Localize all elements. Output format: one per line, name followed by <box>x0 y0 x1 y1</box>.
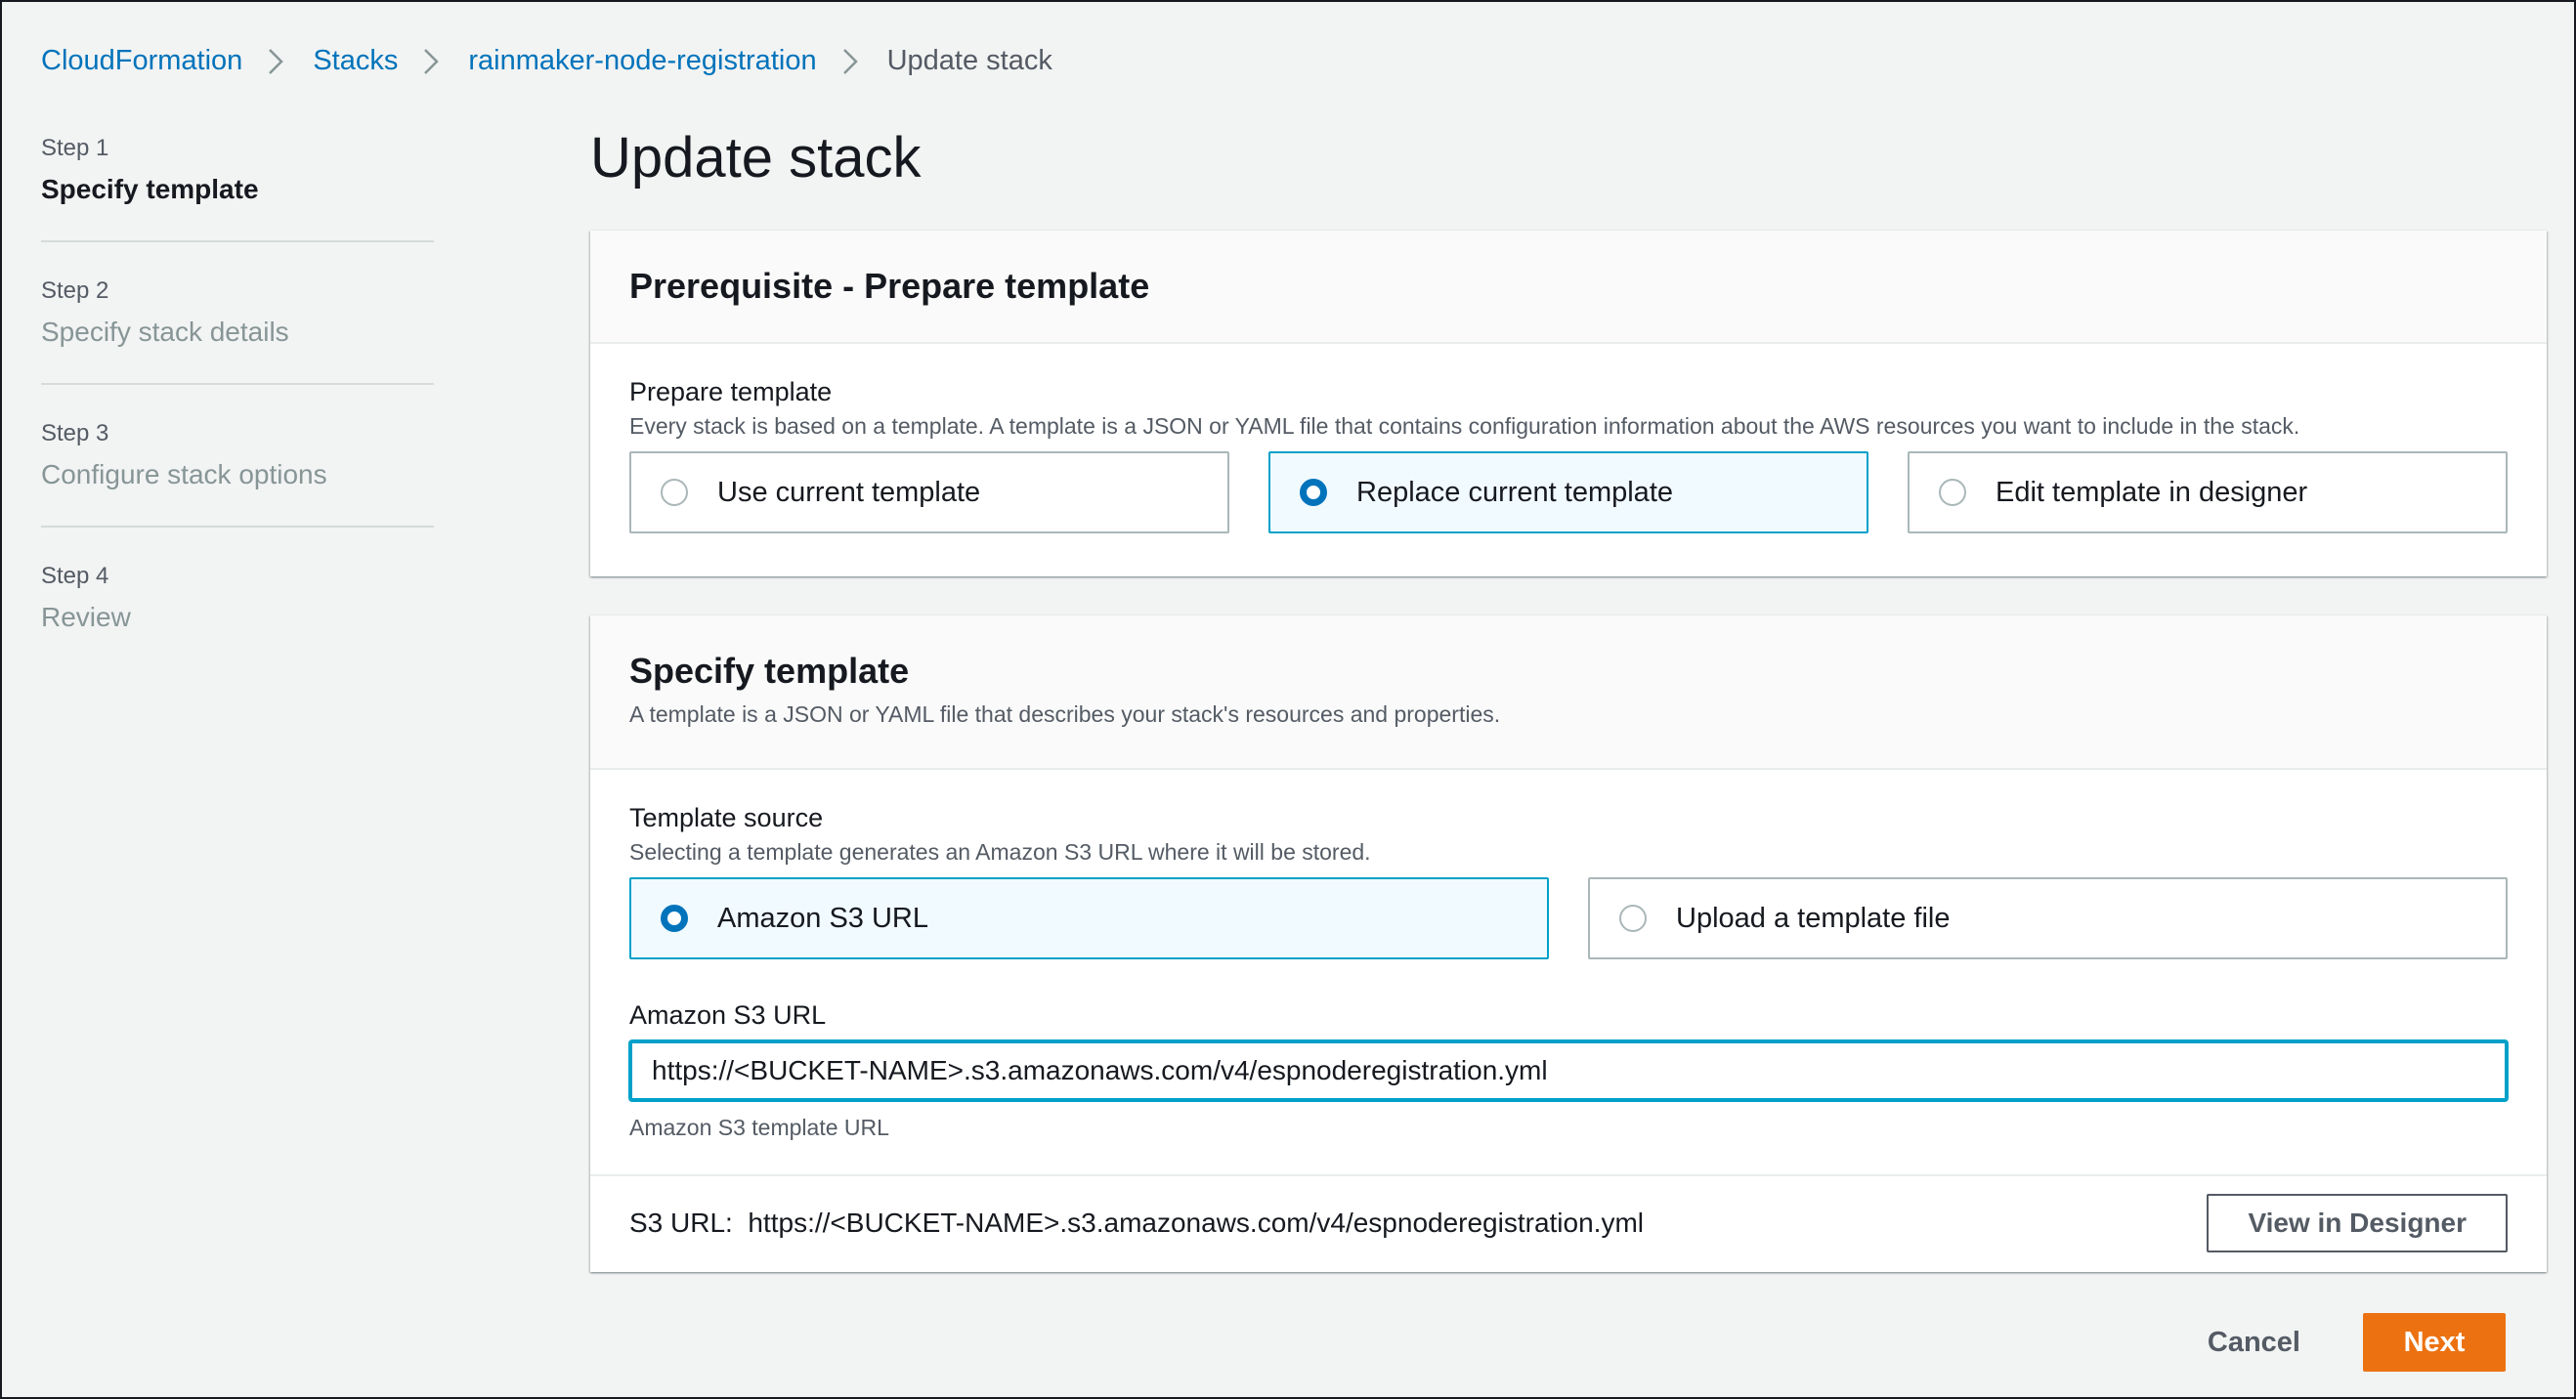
s3-url-footer: S3 URL: https://<BUCKET-NAME>.s3.amazona… <box>590 1174 2547 1270</box>
step-title: Configure stack options <box>41 459 327 489</box>
step-number: Step 3 <box>41 420 109 446</box>
option-label: Upload a template file <box>1676 902 1951 934</box>
panel-title: Prerequisite - Prepare template <box>629 266 1150 306</box>
option-label: Amazon S3 URL <box>717 902 928 934</box>
s3-url-constraint: Amazon S3 template URL <box>629 1115 889 1140</box>
source-amazon-s3-url[interactable]: Amazon S3 URL <box>629 877 1549 959</box>
template-source-description: Selecting a template generates an Amazon… <box>629 839 1371 865</box>
breadcrumb-stacks[interactable]: Stacks <box>313 45 398 77</box>
step-4: Step 4 Review <box>41 563 434 668</box>
step-title: Specify template <box>41 174 259 204</box>
source-upload-template-file[interactable]: Upload a template file <box>1588 877 2508 959</box>
step-3: Step 3 Configure stack options <box>41 420 434 528</box>
chevron-right-icon <box>817 43 887 78</box>
breadcrumb: CloudFormation Stacks rainmaker-node-reg… <box>41 43 1052 78</box>
option-replace-current-template[interactable]: Replace current template <box>1268 451 1868 533</box>
s3-url-display: S3 URL: https://<BUCKET-NAME>.s3.amazona… <box>629 1208 1644 1239</box>
breadcrumb-cloudformation[interactable]: CloudFormation <box>41 45 242 77</box>
cancel-button[interactable]: Cancel <box>2184 1313 2324 1372</box>
wizard-steps: Step 1 Specify template Step 2 Specify s… <box>41 135 434 703</box>
panel-title: Specify template <box>629 651 910 691</box>
field-description: Every stack is based on a template. A te… <box>629 413 2300 439</box>
prerequisite-panel: Prerequisite - Prepare template Prepare … <box>590 231 2547 576</box>
radio-button-selected[interactable] <box>1300 479 1327 506</box>
field-label: Prepare template <box>629 377 833 406</box>
specify-template-panel: Specify template A template is a JSON or… <box>590 615 2547 1272</box>
s3-url-display-label: S3 URL: <box>629 1208 733 1238</box>
view-in-designer-button[interactable]: View in Designer <box>2207 1194 2508 1252</box>
next-button[interactable]: Next <box>2363 1313 2506 1372</box>
option-label: Edit template in designer <box>1996 476 2308 508</box>
option-use-current-template[interactable]: Use current template <box>629 451 1229 533</box>
wizard-actions: Cancel Next <box>2184 1313 2506 1372</box>
page-title: Update stack <box>590 126 922 190</box>
option-label: Use current template <box>717 476 981 508</box>
step-number: Step 1 <box>41 135 109 161</box>
radio-button-selected[interactable] <box>661 905 688 932</box>
chevron-right-icon <box>242 43 313 78</box>
radio-button[interactable] <box>661 479 688 506</box>
panel-header: Prerequisite - Prepare template <box>590 231 2547 344</box>
template-source-label: Template source <box>629 803 824 832</box>
s3-url-input[interactable] <box>629 1040 2508 1101</box>
step-1: Step 1 Specify template <box>41 135 434 242</box>
option-label: Replace current template <box>1356 476 1673 508</box>
breadcrumb-current: Update stack <box>886 44 1052 76</box>
step-number: Step 4 <box>41 563 109 589</box>
template-source-options: Amazon S3 URL Upload a template file <box>629 877 2508 959</box>
chevron-right-icon <box>398 43 468 78</box>
option-edit-template-in-designer[interactable]: Edit template in designer <box>1908 451 2508 533</box>
panel-header: Specify template A template is a JSON or… <box>590 615 2547 770</box>
prepare-template-options: Use current template Replace current tem… <box>629 451 2508 533</box>
step-title: Review <box>41 602 131 632</box>
panel-body: Prepare template Every stack is based on… <box>590 344 2547 533</box>
s3-url-label: Amazon S3 URL <box>629 1000 827 1030</box>
radio-button[interactable] <box>1619 905 1647 932</box>
breadcrumb-stack-name[interactable]: rainmaker-node-registration <box>468 45 816 77</box>
step-2: Step 2 Specify stack details <box>41 277 434 385</box>
panel-body: Template source Selecting a template gen… <box>590 770 2547 1174</box>
s3-url-display-value: https://<BUCKET-NAME>.s3.amazonaws.com/v… <box>748 1208 1644 1238</box>
radio-button[interactable] <box>1939 479 1966 506</box>
panel-description: A template is a JSON or YAML file that d… <box>629 701 1501 727</box>
step-number: Step 2 <box>41 277 109 304</box>
step-title: Specify stack details <box>41 317 289 347</box>
